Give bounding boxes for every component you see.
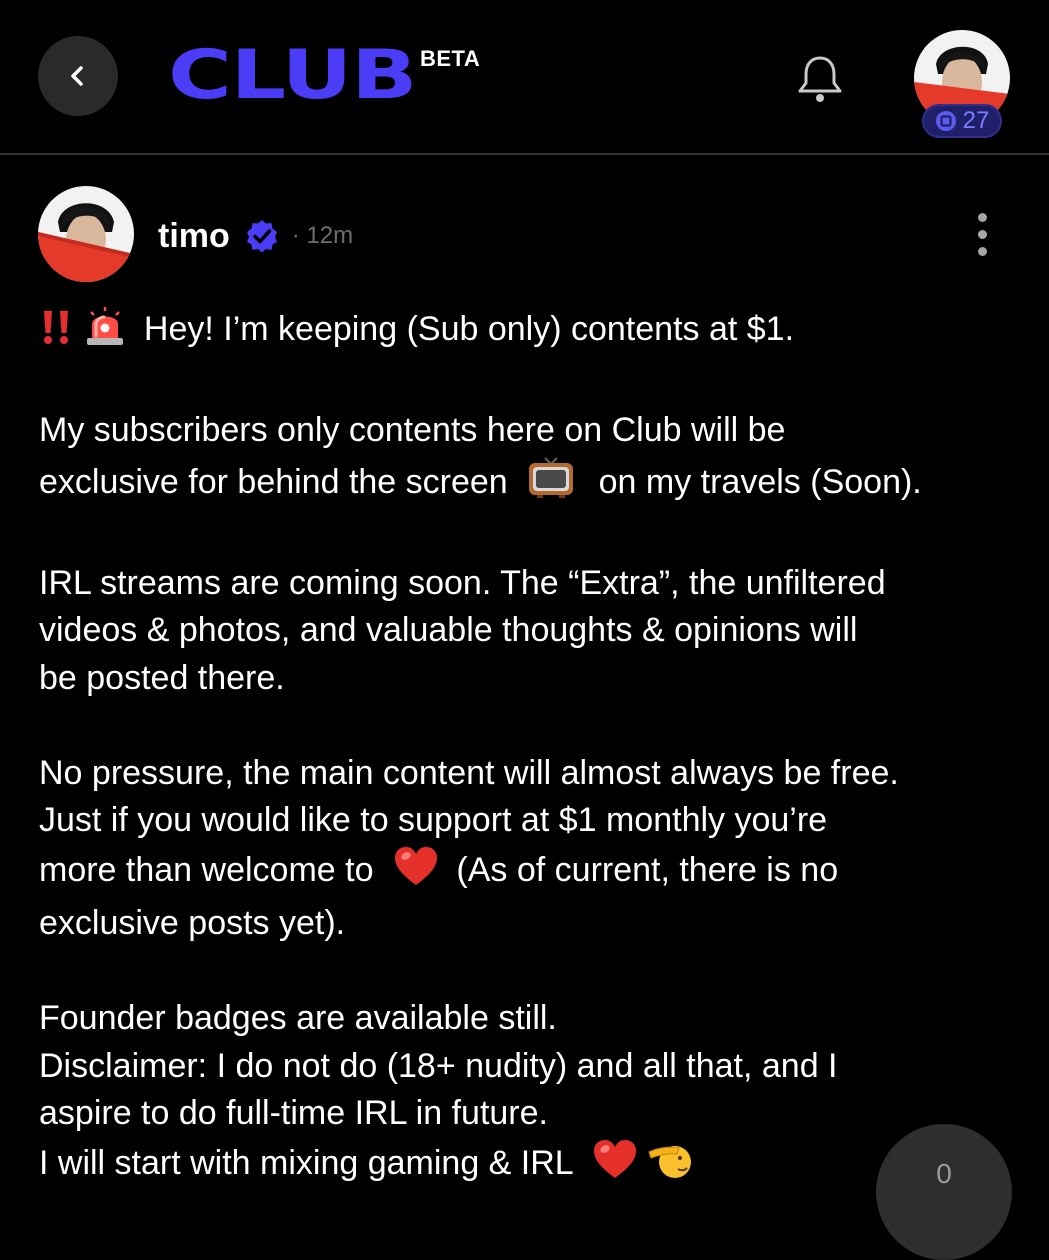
post-text: I will start with mixing gaming & IRL — [39, 1143, 573, 1182]
coin-count: 27 — [962, 107, 990, 134]
post-line: No pressure, the main content will almos… — [39, 753, 899, 792]
author-avatar[interactable] — [38, 186, 134, 282]
post-line: videos & photos, and valuable thoughts &… — [39, 611, 858, 649]
post-timestamp: · 12m — [291, 222, 354, 249]
post-line: be posted there. — [39, 658, 285, 697]
header-divider — [0, 153, 1049, 155]
back-button[interactable] — [38, 36, 118, 116]
post-line: Just if you would like to support at $1 … — [39, 801, 828, 839]
post-text: Hey! I’m keeping (Sub only) contents at … — [143, 310, 795, 348]
post-line: IRL streams are coming soon. The “Extra”… — [39, 563, 886, 602]
post-line: Disclaimer: I do not do (18+ nudity) and… — [39, 1046, 838, 1085]
verified-badge-icon — [244, 218, 280, 254]
heart-icon — [592, 1138, 638, 1194]
post-line: exclusive for behind the screen on my tr… — [39, 455, 1029, 513]
post-text: on my travels (Soon). — [598, 462, 922, 501]
post-line: Hey! I’m keeping (Sub only) contents at … — [39, 306, 1029, 360]
post-line: exclusive posts yet). — [39, 904, 346, 942]
post-line: more than welcome to (As of current, the… — [39, 845, 1029, 901]
post-author-row: timo · 12m — [158, 212, 353, 260]
bell-icon — [798, 56, 842, 102]
post-text: exclusive for behind the screen — [39, 462, 508, 501]
post-more-button[interactable] — [962, 206, 1002, 262]
floating-counter-button[interactable]: 0 — [876, 1124, 1012, 1260]
beta-label: BETA — [420, 46, 481, 71]
logo-wordmark: CLUB — [168, 36, 417, 115]
post-body: Hey! I’m keeping (Sub only) contents at … — [39, 306, 1029, 1193]
coin-balance-badge[interactable]: 27 — [922, 104, 1002, 138]
heart-icon — [393, 845, 439, 901]
double-exclamation-icon — [39, 308, 75, 360]
post-text: more than welcome to — [39, 850, 374, 889]
post-line: My subscribers only contents here on Clu… — [39, 411, 786, 449]
television-icon — [527, 455, 575, 513]
saluting-face-icon — [647, 1138, 693, 1194]
coin-icon — [935, 111, 956, 131]
app-header: CLUB BETA 27 — [0, 0, 1049, 155]
avatar-image — [38, 186, 134, 282]
notifications-button[interactable] — [790, 50, 850, 106]
author-name[interactable]: timo — [158, 217, 230, 256]
more-vertical-icon — [977, 212, 987, 256]
post-line: Founder badges are available still. — [39, 999, 557, 1037]
back-arrow-icon — [71, 66, 83, 86]
club-logo[interactable]: CLUB BETA — [168, 42, 480, 110]
counter-value: 0 — [936, 1158, 952, 1189]
post-line: aspire to do full-time IRL in future. — [39, 1094, 548, 1132]
siren-icon — [84, 306, 126, 360]
post-text: (As of current, there is no — [456, 850, 839, 889]
